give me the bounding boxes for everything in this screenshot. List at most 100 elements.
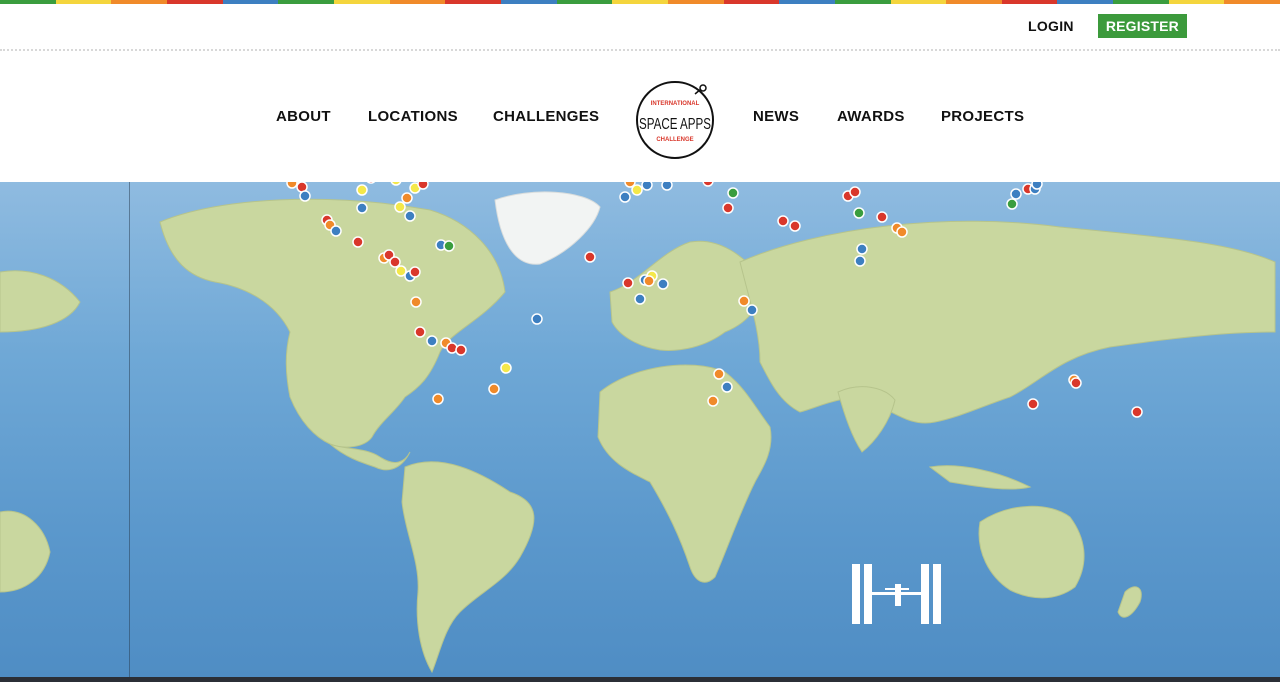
nav-projects[interactable]: PROJECTS [941,108,1024,125]
europe-landmass [609,240,762,351]
location-marker[interactable] [432,393,444,405]
location-marker[interactable] [854,255,866,267]
footer-strip [0,677,1280,682]
brand-color-stripe [0,0,1280,4]
location-marker[interactable] [713,368,725,380]
location-marker[interactable] [707,395,719,407]
location-marker[interactable] [356,184,368,196]
location-marker[interactable] [876,211,888,223]
location-marker[interactable] [721,381,733,393]
location-marker[interactable] [789,220,801,232]
logo-text-bottom: CHALLENGE [656,137,693,143]
location-marker[interactable] [1006,198,1018,210]
location-marker[interactable] [394,201,406,213]
location-marker[interactable] [1070,377,1082,389]
location-marker[interactable] [390,182,402,186]
stripe-segment [1168,0,1225,4]
location-marker[interactable] [330,225,342,237]
stripe-segment [445,0,501,4]
location-marker[interactable] [641,182,653,191]
login-link[interactable]: LOGIN [1028,18,1074,34]
south-america-landmass [401,461,535,674]
stripe-segment [946,0,1002,4]
stripe-segment [556,0,613,4]
location-marker[interactable] [414,326,426,338]
location-marker[interactable] [352,236,364,248]
location-marker[interactable] [631,184,643,196]
location-marker[interactable] [849,186,861,198]
location-marker[interactable] [500,362,512,374]
location-marker[interactable] [366,182,376,184]
location-marker[interactable] [531,313,543,325]
location-marker[interactable] [1027,398,1039,410]
location-marker[interactable] [856,243,868,255]
auth-bar: LOGIN REGISTER [1028,14,1187,38]
stripe-segment [389,0,446,4]
nav-challenges[interactable]: CHALLENGES [493,108,599,125]
location-marker[interactable] [853,207,865,219]
logo-emblem: INTERNATIONAL SPACE APPS CHALLENGE [636,81,714,159]
location-marker[interactable] [622,277,634,289]
stripe-segment [667,0,724,4]
location-marker[interactable] [299,190,311,202]
location-marker[interactable] [619,191,631,203]
location-marker[interactable] [417,182,429,190]
location-marker[interactable] [455,344,467,356]
location-marker[interactable] [634,293,646,305]
location-marker[interactable] [389,256,401,268]
location-marker[interactable] [746,304,758,316]
register-button[interactable]: REGISTER [1097,14,1187,38]
location-marker[interactable] [584,251,596,263]
location-marker[interactable] [661,182,673,191]
location-marker[interactable] [1010,188,1022,200]
location-marker[interactable] [488,383,500,395]
location-marker[interactable] [401,192,413,204]
logo-text-top: INTERNATIONAL [651,101,700,107]
location-marker[interactable] [410,296,422,308]
location-marker[interactable] [1131,406,1143,418]
header-divider [0,49,1280,51]
central-america-landmass [329,443,411,471]
nav-about[interactable]: ABOUT [276,108,331,125]
nav-locations[interactable]: LOCATIONS [368,108,458,125]
stripe-segment [278,0,334,4]
stripe-segment [723,0,780,4]
stripe-segment [1001,0,1058,4]
location-marker[interactable] [404,210,416,222]
map-land [0,182,1276,674]
new-zealand-landmass [1117,586,1142,618]
nav-awards[interactable]: AWARDS [837,108,905,125]
stripe-segment [166,0,223,4]
nav-news[interactable]: NEWS [753,108,799,125]
space-apps-logo[interactable]: INTERNATIONAL SPACE APPS CHALLENGE [633,78,717,162]
location-marker[interactable] [356,202,368,214]
stripe-segment [1224,0,1280,4]
greenland-landmass [494,191,601,265]
stripe-segment [1113,0,1169,4]
location-marker[interactable] [286,182,298,189]
location-marker[interactable] [657,278,669,290]
india-landmass [837,386,896,453]
location-marker[interactable] [702,182,714,187]
location-marker[interactable] [727,187,739,199]
stripe-segment [222,0,279,4]
stripe-segment [890,0,947,4]
location-marker[interactable] [443,240,455,252]
location-marker[interactable] [409,266,421,278]
location-marker[interactable] [777,215,789,227]
location-marker[interactable] [426,335,438,347]
location-marker[interactable] [722,202,734,214]
stripe-segment [0,0,56,4]
location-marker[interactable] [896,226,908,238]
world-map[interactable] [0,182,1280,677]
location-marker[interactable] [738,295,750,307]
location-marker[interactable] [1031,182,1043,190]
stripe-segment [500,0,557,4]
location-marker[interactable] [643,275,655,287]
stripe-segment [834,0,891,4]
logo-text-main: SPACE APPS [639,116,711,133]
asia-landmass [739,220,1276,424]
north-america-landmass [159,198,506,448]
stripe-segment [612,0,668,4]
stripe-segment [779,0,835,4]
